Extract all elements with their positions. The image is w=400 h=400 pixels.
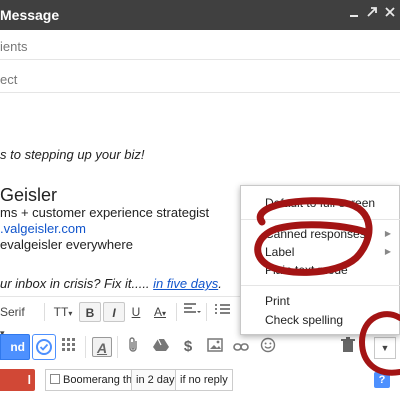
- menu-item-full-screen[interactable]: Default to full-screen: [241, 193, 400, 213]
- more-options-menu: Default to full-screen Canned responses ▶…: [240, 185, 400, 335]
- italic-button[interactable]: I: [103, 302, 125, 322]
- popout-icon[interactable]: [364, 6, 380, 22]
- menu-item-plain-text[interactable]: Plain text mode: [241, 260, 400, 280]
- dollar-icon[interactable]: $: [178, 337, 198, 357]
- close-icon[interactable]: [382, 6, 398, 22]
- signature-title: ms + customer experience strategist: [0, 205, 210, 220]
- link-icon[interactable]: [231, 337, 251, 357]
- text-color-label: A: [153, 305, 162, 319]
- menu-item-label: Default to full-screen: [265, 196, 376, 210]
- format-text-label: A: [96, 340, 108, 356]
- window-title: Message: [0, 7, 60, 23]
- minimize-icon[interactable]: [346, 6, 362, 22]
- font-size-button[interactable]: TT▾: [50, 302, 76, 322]
- send-button[interactable]: nd: [0, 334, 30, 360]
- emoji-icon[interactable]: [258, 337, 278, 357]
- five-days-link[interactable]: in five days: [153, 276, 218, 291]
- font-family-select[interactable]: Serif ▾: [0, 302, 30, 338]
- menu-item-label: Canned responses: [265, 227, 366, 241]
- apps-grid-icon[interactable]: [59, 337, 79, 357]
- condition-value: if no reply: [180, 374, 228, 386]
- format-text-icon[interactable]: A: [92, 337, 112, 357]
- menu-item-check-spelling[interactable]: Check spelling: [241, 310, 400, 330]
- signature-social: evalgeisler everywhere: [0, 237, 133, 252]
- crisis-text: ur inbox in crisis? Fix it.....: [0, 276, 154, 291]
- menu-item-label-text: Label: [265, 245, 295, 259]
- chevron-down-icon: ▼: [380, 343, 390, 353]
- paperclip-icon[interactable]: [124, 337, 144, 357]
- photo-icon[interactable]: [205, 337, 225, 357]
- align-icon[interactable]: [180, 302, 204, 322]
- numbered-list-icon[interactable]: [212, 302, 234, 322]
- font-label: Serif: [0, 305, 25, 319]
- compose-title-bar: Message: [0, 0, 400, 30]
- subject-placeholder: ect: [0, 72, 18, 87]
- action-divider: [117, 336, 118, 358]
- menu-item-label: Plain text mode: [265, 263, 348, 277]
- menu-divider: [241, 285, 400, 286]
- recipients-field[interactable]: ients: [0, 30, 400, 60]
- toolbar-divider: [44, 303, 45, 321]
- subject-field[interactable]: ect: [0, 63, 400, 93]
- menu-item-print[interactable]: Print: [241, 291, 400, 311]
- submenu-arrow-icon: ▶: [384, 229, 391, 238]
- send-later-button[interactable]: l Later: [0, 369, 35, 400]
- schedule-check-button[interactable]: [32, 334, 56, 360]
- menu-item-canned-responses[interactable]: Canned responses ▶: [241, 224, 400, 244]
- menu-item-label: Print: [265, 294, 290, 308]
- more-options-button[interactable]: ▼: [374, 337, 396, 359]
- signature-website[interactable]: .valgeisler.com: [0, 221, 86, 236]
- check-schedule-icon: [36, 339, 52, 355]
- signature-name: Geisler: [0, 185, 58, 205]
- font-size-label: TT: [53, 305, 69, 319]
- underline-button[interactable]: U: [127, 302, 145, 322]
- recipients-placeholder: ients: [0, 39, 28, 54]
- boomerang-condition-select[interactable]: if no reply: [175, 369, 233, 391]
- text-color-button[interactable]: A▾: [148, 302, 172, 322]
- body-crisis-line: ur inbox in crisis? Fix it..... in five …: [0, 276, 222, 291]
- crisis-period: .: [218, 276, 222, 291]
- toolbar-divider: [176, 303, 177, 321]
- help-button[interactable]: ?: [374, 372, 390, 388]
- menu-divider: [241, 219, 400, 220]
- submenu-arrow-icon: ▶: [384, 247, 391, 256]
- menu-item-label[interactable]: Label ▶: [241, 242, 400, 262]
- boomerang-label: Boomerang this: [63, 374, 141, 386]
- menu-item-label: Check spelling: [265, 313, 344, 327]
- trash-icon[interactable]: [338, 337, 358, 357]
- drive-icon[interactable]: [151, 337, 171, 357]
- bold-button[interactable]: B: [79, 302, 101, 322]
- checkbox-box: [50, 374, 60, 384]
- action-divider: [85, 336, 86, 358]
- delay-value: in 2 days: [136, 374, 181, 386]
- toolbar-divider: [206, 303, 207, 321]
- body-greeting-line: s to stepping up your biz!: [0, 147, 145, 162]
